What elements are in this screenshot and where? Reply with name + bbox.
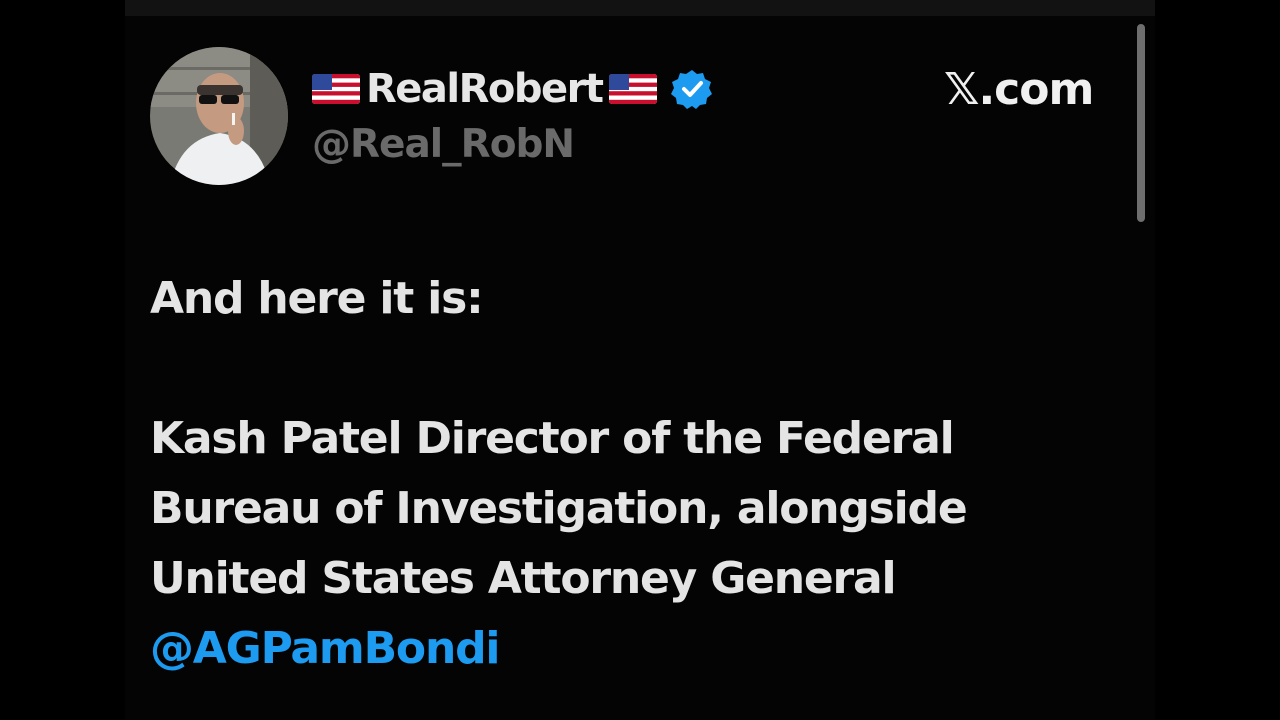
us-flag-icon [312, 74, 360, 104]
paragraph-break [150, 334, 1110, 404]
author-display-name[interactable]: RealRobert [366, 64, 604, 114]
scrollbar[interactable] [1137, 24, 1145, 222]
video-frame: RealRobert @Real_RobN 𝕏.com And here it … [0, 0, 1280, 720]
post-text-line: United States Attorney General [150, 553, 897, 604]
post-text-line: And here it is: [150, 273, 484, 324]
author-name-row[interactable]: RealRobert [312, 64, 713, 114]
x-logo-label: 𝕏.com [944, 64, 1094, 115]
post-header: RealRobert @Real_RobN [312, 64, 713, 170]
post-body: And here it is: Kash Patel Director of t… [150, 264, 1110, 684]
us-flag-icon [608, 74, 657, 104]
mention-link[interactable]: @AGPamBondi [150, 614, 1110, 684]
top-bar [125, 0, 1155, 16]
post-text-line: Bureau of Investigation, alongside [150, 483, 968, 534]
verified-badge-icon [670, 68, 713, 110]
avatar-image [150, 47, 288, 185]
avatar[interactable] [150, 47, 288, 185]
post-text-line: Kash Patel Director of the Federal [150, 413, 955, 464]
author-handle[interactable]: @Real_RobN [312, 120, 713, 170]
